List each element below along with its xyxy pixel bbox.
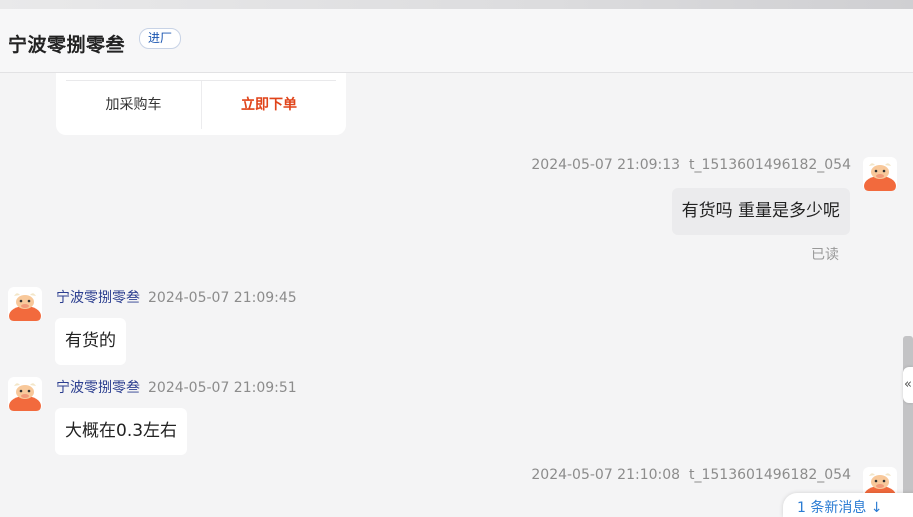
avatar[interactable] [863, 157, 897, 191]
message-bubble: 大概在0.3左右 [55, 408, 188, 455]
avatar[interactable] [8, 377, 42, 411]
message-sender[interactable]: 宁波零捌零叁 [56, 380, 140, 396]
message-sender: t_1513601496182_054 [688, 157, 851, 173]
new-message-notice[interactable]: 1 条新消息 ↓ [783, 493, 913, 517]
scrollbar[interactable] [903, 336, 913, 513]
status-badge[interactable]: 进厂 [139, 28, 182, 49]
message-meta: 宁波零捌零叁 2024-05-07 21:09:45 [56, 287, 297, 307]
message-meta: 2024-05-07 21:10:08 t_1513601496182_054 [531, 467, 851, 483]
message-time: 2024-05-07 21:10:08 [531, 467, 681, 483]
message-sender[interactable]: 宁波零捌零叁 [56, 290, 140, 306]
product-card: 加采购车 立即下单 [56, 73, 346, 135]
read-status: 已读 [811, 247, 839, 263]
message-bubble: 有货的 [55, 318, 126, 365]
avatar[interactable] [8, 287, 42, 321]
message-time: 2024-05-07 21:09:45 [148, 290, 297, 306]
cow-mascot-icon [9, 293, 41, 321]
buy-now-button[interactable]: 立即下单 [202, 81, 336, 129]
message-sender: t_1513601496182_054 [688, 467, 851, 483]
cow-mascot-icon [9, 383, 41, 411]
message-time: 2024-05-07 21:09:51 [148, 380, 297, 396]
cow-mascot-icon [864, 163, 896, 191]
collapse-panel-icon[interactable]: « [903, 367, 913, 403]
message-meta: 宁波零捌零叁 2024-05-07 21:09:51 [56, 377, 297, 397]
page-title: 宁波零捌零叁 [8, 34, 126, 56]
message-meta: 2024-05-07 21:09:13 t_1513601496182_054 [531, 157, 851, 173]
window-top-strip [0, 0, 913, 9]
message-bubble: 有货吗 重量是多少呢 [671, 188, 850, 235]
add-to-cart-button[interactable]: 加采购车 [66, 81, 201, 129]
message-time: 2024-05-07 21:09:13 [531, 157, 681, 173]
chat-header: 宁波零捌零叁 进厂 [0, 9, 913, 73]
